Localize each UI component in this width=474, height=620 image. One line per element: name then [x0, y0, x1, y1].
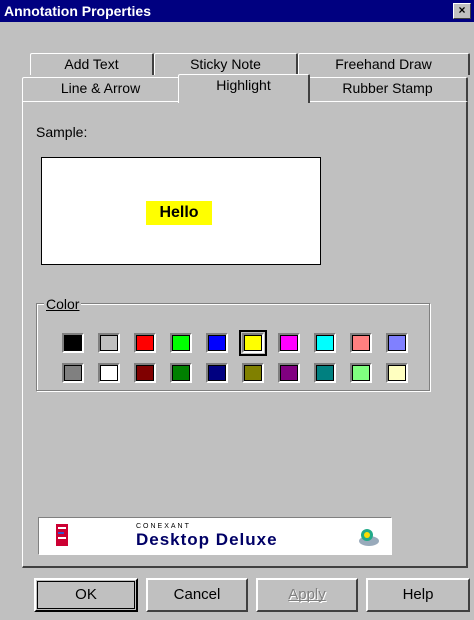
color-swatch[interactable]	[98, 363, 120, 383]
cancel-button[interactable]: Cancel	[146, 578, 248, 612]
color-swatch-fill	[172, 365, 190, 381]
color-swatch[interactable]	[134, 363, 156, 383]
color-swatch-fill	[64, 335, 82, 351]
color-swatch-fill	[136, 335, 154, 351]
color-swatch[interactable]	[170, 333, 192, 353]
color-swatch[interactable]	[206, 333, 228, 353]
color-swatch-fill	[208, 335, 226, 351]
logo-product: Desktop Deluxe	[136, 530, 278, 549]
logo-brand: CONEXANT	[136, 523, 191, 530]
color-swatch-fill	[244, 335, 262, 351]
color-swatch-fill	[352, 365, 370, 381]
color-swatch[interactable]	[98, 333, 120, 353]
color-swatch[interactable]	[386, 333, 408, 353]
color-swatch[interactable]	[314, 333, 336, 353]
color-swatch[interactable]	[206, 363, 228, 383]
color-swatch[interactable]	[350, 363, 372, 383]
tab-sticky-note[interactable]: Sticky Note	[154, 53, 298, 75]
printer-globe-icon	[359, 529, 379, 546]
title-bar: Annotation Properties ×	[0, 0, 474, 22]
sample-label: Sample:	[36, 124, 88, 140]
ok-button[interactable]: OK	[34, 578, 138, 612]
color-label: Color	[46, 296, 80, 312]
color-swatch-fill	[172, 335, 190, 351]
color-swatch[interactable]	[278, 333, 300, 353]
color-swatch-fill	[100, 335, 118, 351]
color-swatch[interactable]	[239, 330, 267, 356]
tab-line-arrow[interactable]: Line & Arrow	[22, 77, 180, 101]
apply-label: Apply	[288, 586, 326, 603]
color-swatch[interactable]	[386, 363, 408, 383]
color-swatch[interactable]	[170, 363, 192, 383]
color-swatch-fill	[136, 365, 154, 381]
color-swatch-fill	[388, 335, 406, 351]
tab-freehand-draw[interactable]: Freehand Draw	[298, 53, 470, 75]
color-swatch-fill	[352, 335, 370, 351]
color-swatch-fill	[316, 335, 334, 351]
apply-button[interactable]: Apply	[256, 578, 358, 612]
product-logo: CONEXANT Desktop Deluxe	[38, 517, 392, 555]
color-swatch[interactable]	[62, 333, 84, 353]
window-title: Annotation Properties	[4, 3, 152, 19]
tab-rubber-stamp[interactable]: Rubber Stamp	[308, 77, 468, 101]
color-swatch-fill	[208, 365, 226, 381]
color-group-label: Color	[44, 296, 82, 312]
color-swatch-fill	[244, 365, 262, 381]
help-button[interactable]: Help	[366, 578, 470, 612]
color-swatch[interactable]	[350, 333, 372, 353]
sample-highlight-text: Hello	[146, 201, 212, 225]
color-swatch-fill	[100, 365, 118, 381]
color-swatch-fill	[280, 335, 298, 351]
color-swatch-fill	[280, 365, 298, 381]
color-swatch[interactable]	[134, 333, 156, 353]
color-swatch[interactable]	[62, 363, 84, 383]
color-swatch[interactable]	[278, 363, 300, 383]
color-swatch-fill	[316, 365, 334, 381]
tab-add-text[interactable]: Add Text	[30, 53, 154, 75]
color-swatch-fill	[388, 365, 406, 381]
tab-highlight[interactable]: Highlight	[178, 74, 310, 103]
document-icon	[56, 524, 68, 546]
color-swatch-fill	[64, 365, 82, 381]
color-swatch[interactable]	[242, 363, 264, 383]
close-button[interactable]: ×	[453, 3, 471, 19]
color-swatch[interactable]	[314, 363, 336, 383]
